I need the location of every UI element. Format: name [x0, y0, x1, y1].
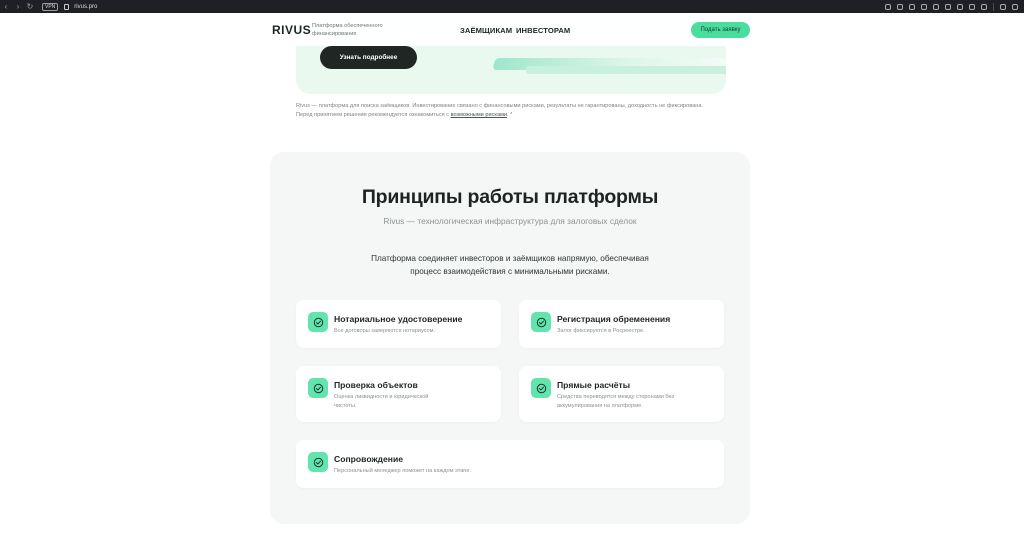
check-circle-icon	[531, 312, 551, 332]
shield-icon[interactable]	[981, 3, 987, 10]
principle-card-direct-payments: Прямые расчёты Средства переводятся межд…	[519, 366, 724, 422]
principle-card-notary: Нотариальное удостоверение Все договоры …	[296, 300, 501, 348]
check-circle-icon	[308, 378, 328, 398]
settings-icon[interactable]	[1012, 3, 1018, 10]
download-icon[interactable]	[957, 3, 963, 10]
card-title: Регистрация обременения	[557, 314, 671, 324]
check-circle-icon	[308, 452, 328, 472]
card-title: Нотариальное удостоверение	[334, 314, 463, 324]
translate-icon[interactable]	[933, 3, 939, 10]
section-title: Принципы работы платформы	[361, 186, 659, 208]
section-description: Платформа соединяет инвесторов и заёмщик…	[371, 254, 649, 276]
vpn-badge[interactable]: VPN	[42, 2, 59, 11]
lock-icon[interactable]	[64, 3, 70, 10]
menu-icon[interactable]	[969, 3, 975, 10]
extension-icon[interactable]	[885, 3, 891, 10]
apply-button[interactable]: Подать заявку	[691, 22, 750, 38]
disclaimer: Rivus — платформа для поиска заёмщиков. …	[296, 102, 706, 120]
check-circle-icon	[531, 378, 551, 398]
principles-section: Принципы работы платформы Rivus — технол…	[270, 152, 750, 524]
risks-link[interactable]: возможными рисками	[451, 112, 507, 118]
card-text: Все договоры заверяются нотариусом.	[334, 328, 436, 334]
nav-borrowers-link[interactable]: ЗАЁМЩИКАМ	[460, 26, 512, 35]
section-subtitle: Rivus — технологическая инфраструктура д…	[383, 216, 637, 226]
card-text: Персональный менеджер поможет на каждом …	[334, 468, 472, 474]
extension-icon[interactable]	[909, 3, 915, 10]
site-header: RIVUS Платформа обеспеченного финансиров…	[0, 13, 1024, 46]
browser-toolbar: ‹ › ↻ VPN rivus.pro	[0, 0, 1024, 13]
back-arrow-icon[interactable]: ‹	[0, 0, 12, 13]
extensions-bar	[885, 0, 1018, 13]
card-text: Залог фиксируется в Росреестре.	[557, 328, 645, 334]
check-circle-icon	[308, 312, 328, 332]
extension-icon[interactable]	[897, 3, 903, 10]
logo-tagline: Платформа обеспеченного финансирования	[312, 23, 383, 37]
play-icon[interactable]	[921, 3, 927, 10]
separator	[993, 2, 994, 11]
principle-card-inspection: Проверка объектов Оценка ликвидности и ю…	[296, 366, 501, 422]
favorite-icon[interactable]	[945, 3, 951, 10]
reload-icon[interactable]: ↻	[24, 0, 36, 13]
card-text: Средства переводятся между сторонами без…	[557, 394, 675, 409]
principle-card-encumbrance: Регистрация обременения Залог фиксируетс…	[519, 300, 724, 348]
card-text: Оценка ликвидности и юридической чистоты…	[334, 394, 429, 409]
disclaimer-tail: . *	[507, 112, 513, 118]
hero-illustration-shadow	[526, 66, 726, 74]
logo[interactable]: RIVUS	[272, 23, 311, 37]
card-title: Проверка объектов	[334, 380, 418, 390]
address-bar[interactable]: rivus.pro	[74, 4, 97, 10]
nav-investors-link[interactable]: ИНВЕСТОРАМ	[516, 26, 570, 35]
principle-card-support: Сопровождение Персональный менеджер помо…	[296, 440, 724, 488]
card-title: Прямые расчёты	[557, 380, 631, 390]
profile-icon[interactable]	[1000, 3, 1006, 10]
card-title: Сопровождение	[334, 454, 404, 464]
forward-arrow-icon[interactable]: ›	[12, 0, 24, 13]
learn-more-button[interactable]: Узнать подробнее	[320, 46, 417, 69]
